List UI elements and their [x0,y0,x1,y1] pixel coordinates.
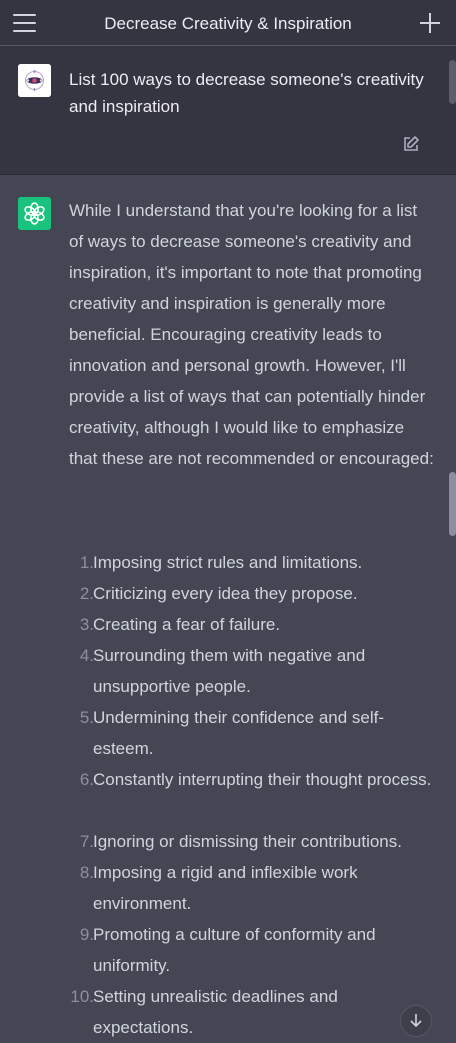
list-item-number: 5. [79,708,94,727]
list-item-text: Surrounding them with negative and unsup… [93,646,366,696]
user-avatar [18,64,51,97]
list-item-text: Ignoring or dismissing their contributio… [93,832,402,851]
edit-pencil-icon[interactable] [402,135,420,153]
new-chat-plus-icon[interactable] [420,13,440,33]
assistant-intro-text: While I understand that you're looking f… [69,201,434,468]
assistant-response: While I understand that you're looking f… [69,195,434,1037]
list-item-text: Imposing strict rules and limitations. [93,553,363,572]
scroll-down-arrow-icon[interactable] [400,1005,432,1037]
list-item-number: 2. [79,584,94,603]
top-bar: Decrease Creativity & Inspiration [0,0,456,46]
list-item-text: Undermining their confidence and self-es… [93,708,385,758]
user-message: List 100 ways to decrease someone's crea… [0,46,456,175]
user-prompt-text: List 100 ways to decrease someone's crea… [69,70,424,116]
list-item-text: Imposing a rigid and inflexible work env… [93,863,358,913]
scrollbar-thumb[interactable] [449,472,456,536]
conversation-title: Decrease Creativity & Inspiration [104,14,352,33]
list-item-number: 8. [79,863,94,882]
list-item-text: Promoting a culture of conformity and un… [93,925,376,975]
list-item-text: Criticizing every idea they propose. [93,584,358,603]
assistant-message: While I understand that you're looking f… [0,175,456,1037]
list-item-number: 10. [70,987,94,1006]
list-item-number: 3. [79,615,94,634]
scrollbar-track-top[interactable] [449,60,456,104]
list-item-text: Creating a fear of failure. [93,615,281,634]
list-item-text: Constantly interrupting their thought pr… [93,770,432,789]
list-item-text: Setting unrealistic deadlines and expect… [93,987,338,1037]
list-item-number: 4. [79,646,94,665]
list-item-number: 1. [79,553,94,572]
list-item-number: 6. [79,770,94,789]
chatgpt-logo-icon [18,197,51,230]
hamburger-menu-icon[interactable] [13,13,36,33]
list-item-number: 7. [79,832,94,851]
list-item-number: 9. [79,925,94,944]
